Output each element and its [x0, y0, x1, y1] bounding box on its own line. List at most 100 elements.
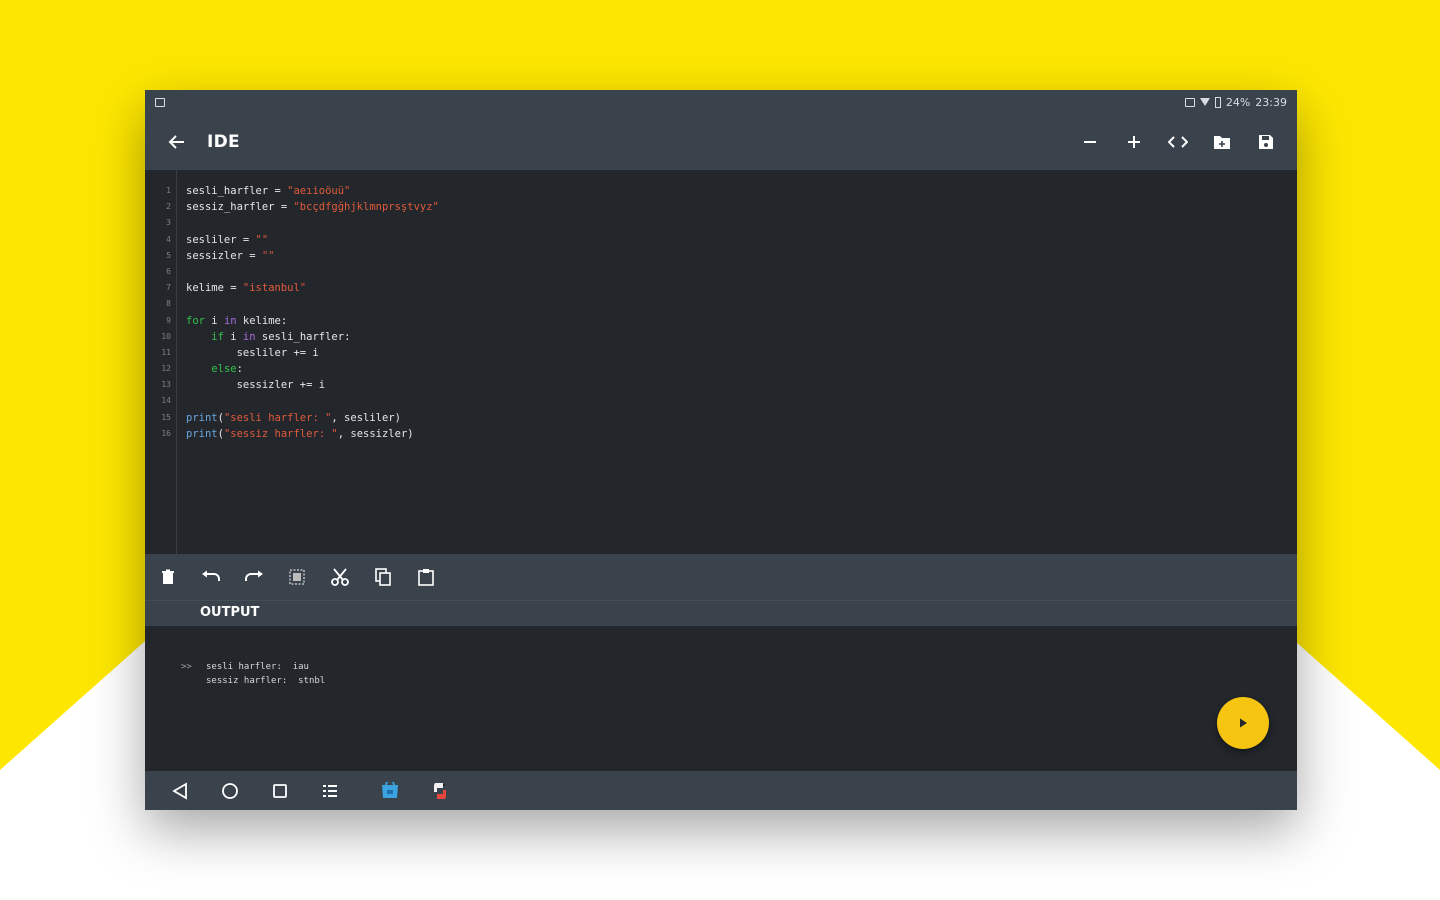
- code-token: "": [255, 233, 269, 246]
- code-token: print: [186, 427, 218, 440]
- code-token: sessizler += i: [186, 379, 326, 392]
- line-number: 7: [166, 283, 171, 293]
- code-line[interactable]: else:: [186, 361, 439, 377]
- code-line[interactable]: if i in sesli_harfler:: [186, 329, 439, 345]
- code-line[interactable]: sessizler = "": [186, 248, 439, 264]
- code-token: sessiz_harfler =: [186, 201, 294, 214]
- cut-icon[interactable]: [329, 566, 351, 588]
- app-bar: IDE: [145, 114, 1297, 170]
- line-number: 8: [166, 299, 171, 309]
- save-icon[interactable]: [1255, 131, 1277, 153]
- code-token: "sesli harfler: ": [223, 411, 332, 424]
- wifi-icon: [1199, 98, 1210, 106]
- paste-icon[interactable]: [415, 566, 437, 588]
- app-drawer-icon[interactable]: [319, 780, 341, 802]
- code-token: for: [186, 314, 205, 327]
- code-token: :: [236, 363, 243, 376]
- system-nav-bar: [145, 771, 1297, 810]
- console-prompt: >>: [181, 662, 192, 672]
- code-line[interactable]: sesliler = "": [186, 232, 439, 248]
- battery-icon: [1214, 96, 1221, 108]
- select-all-icon[interactable]: [286, 566, 308, 588]
- code-token: "aeıioöuü": [287, 185, 351, 197]
- code-token: sesli_harfler:: [255, 330, 351, 343]
- line-number: 13: [161, 380, 171, 390]
- code-line[interactable]: kelime = "istanbul": [186, 280, 439, 296]
- code-token: sessizler =: [186, 249, 262, 262]
- line-number: 15: [161, 412, 171, 422]
- code-token: sesli_harfler =: [186, 185, 288, 197]
- line-number: 11: [161, 347, 171, 357]
- battery-percent: 24%: [1225, 95, 1251, 109]
- line-number: 5: [166, 250, 171, 260]
- redo-icon[interactable]: [243, 566, 265, 588]
- line-number: 4: [166, 234, 171, 244]
- arrow-left-icon[interactable]: [165, 131, 189, 153]
- delete-icon[interactable]: [157, 566, 179, 588]
- home-circle-icon[interactable]: [219, 780, 241, 802]
- sim-icon: [1184, 97, 1195, 107]
- code-token: in: [242, 330, 256, 343]
- code-line[interactable]: print("sessiz harfler: ", sessizler): [186, 426, 439, 442]
- code-line[interactable]: for i in kelime:: [186, 313, 439, 329]
- code-token: in: [223, 314, 237, 327]
- code-line[interactable]: sesli_harfler = "aeıioöuü": [186, 183, 439, 199]
- code-line[interactable]: sessizler += i: [186, 377, 439, 393]
- copy-icon[interactable]: [372, 566, 394, 588]
- folder-icon[interactable]: [1211, 131, 1233, 153]
- store-app-icon[interactable]: [379, 780, 401, 802]
- code-token: "istanbul": [242, 282, 307, 295]
- code-line[interactable]: sesliler += i: [186, 345, 439, 361]
- code-line[interactable]: print("sesli harfler: ", sesliler): [186, 410, 439, 426]
- editor-toolbar: [145, 554, 1297, 600]
- code-token: sesliler += i: [186, 346, 319, 359]
- line-number: 1: [166, 186, 171, 195]
- play-icon: [1240, 718, 1247, 728]
- undo-icon[interactable]: [200, 566, 222, 588]
- code-token: i: [204, 314, 224, 327]
- back-triangle-icon[interactable]: [169, 780, 191, 802]
- line-number: 14: [161, 396, 171, 406]
- line-number: 2: [166, 202, 171, 212]
- code-token: kelime:: [236, 314, 288, 327]
- recents-square-icon[interactable]: [269, 780, 291, 802]
- status-bar: 24% 23:39: [145, 90, 1297, 114]
- python-app-icon[interactable]: [429, 780, 451, 802]
- code-line[interactable]: sessiz_harfler = "bcçdfgğhjklmnprsştvyz": [186, 199, 439, 215]
- code-token: if: [211, 330, 224, 343]
- code-token: "sessiz harfler: ": [223, 427, 338, 440]
- code-line[interactable]: [186, 215, 439, 231]
- minus-icon[interactable]: [1079, 131, 1101, 153]
- notification-icon: [155, 97, 165, 107]
- code-token: , sessizler): [337, 427, 414, 440]
- output-line-2: sessiz harfler: stnbl: [206, 676, 326, 686]
- code-line[interactable]: [186, 393, 439, 409]
- code-token: "bcçdfgğhjklmnprsştvyz": [293, 201, 439, 214]
- run-button[interactable]: [1217, 697, 1269, 749]
- line-number: 6: [166, 266, 171, 276]
- output-label: OUTPUT: [200, 605, 260, 620]
- output-console: >> sesli harfler: iau sessiz harfler: st…: [145, 626, 1297, 771]
- line-number: 12: [161, 364, 171, 374]
- code-token: "": [261, 249, 275, 262]
- code-token: print: [186, 411, 218, 424]
- code-editor[interactable]: 1 2 3 4 5 6 7 8 9 10 11 12 13 14 15 16 sesli_harfler = …: [145, 170, 1297, 554]
- clock: 23:39: [1255, 95, 1287, 109]
- code-token: i: [223, 330, 243, 343]
- code-icon[interactable]: [1167, 131, 1189, 153]
- code-area[interactable]: sesli_harfler = "aeıioöuü" sessiz_harfler…: [177, 170, 439, 554]
- code-line[interactable]: [186, 264, 439, 280]
- code-token: , sesliler): [331, 411, 401, 424]
- line-number: 16: [161, 428, 171, 438]
- line-number: 10: [161, 331, 171, 341]
- output-line-1: sesli harfler: iau: [206, 662, 309, 672]
- tablet-screen: 24% 23:39 IDE 1 2 3 4 5 6 7 8 9 10 11 12…: [145, 90, 1297, 810]
- code-line[interactable]: [186, 296, 439, 312]
- output-header: OUTPUT: [145, 600, 1297, 626]
- code-token: else: [211, 363, 237, 376]
- plus-icon[interactable]: [1123, 131, 1145, 153]
- line-number: 3: [166, 218, 171, 228]
- line-number-gutter: 1 2 3 4 5 6 7 8 9 10 11 12 13 14 15 16: [145, 170, 177, 554]
